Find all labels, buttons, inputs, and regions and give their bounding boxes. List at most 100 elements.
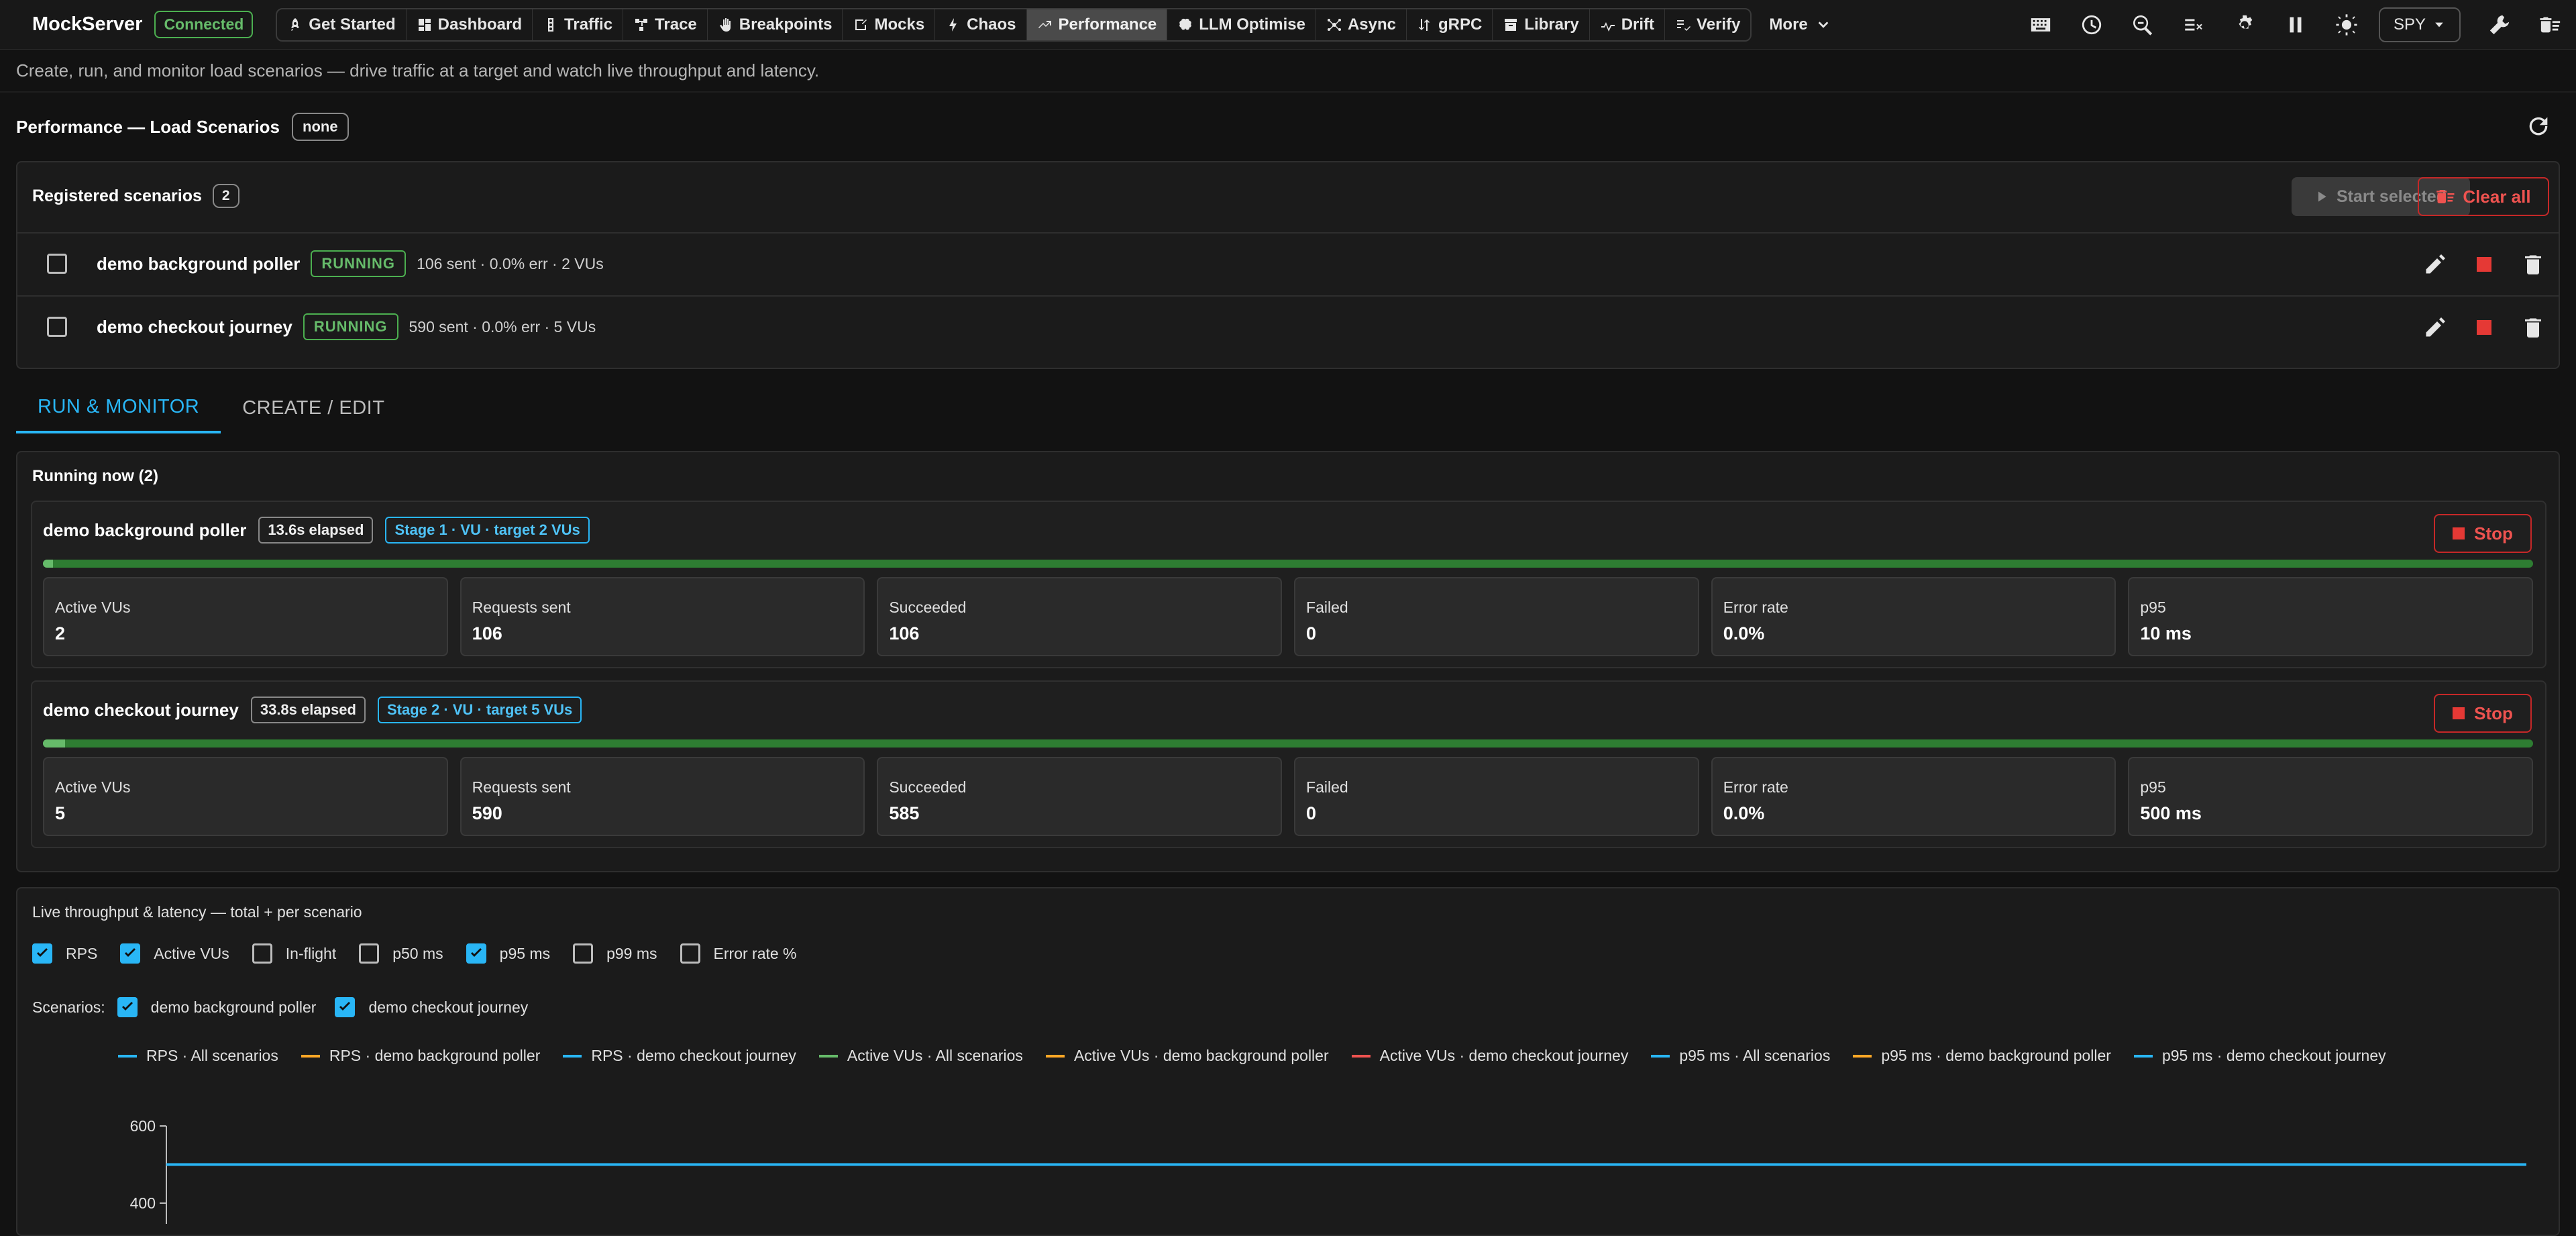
toggle-label: p50 ms xyxy=(392,944,443,962)
nav-verify[interactable]: Verify xyxy=(1665,9,1750,40)
toggle-in-flight[interactable]: In-flight xyxy=(252,943,336,964)
checkbox-checked[interactable] xyxy=(32,943,52,964)
nav-traffic[interactable]: Traffic xyxy=(533,9,624,40)
scenario-checkbox[interactable] xyxy=(47,254,67,274)
legend-item[interactable]: Active VUs · All scenarios xyxy=(818,1047,1023,1065)
trace-icon xyxy=(635,18,648,31)
nav-trace[interactable]: Trace xyxy=(623,9,708,40)
clock-icon xyxy=(2082,15,2102,35)
progress-bar xyxy=(43,739,2533,748)
tools-button[interactable] xyxy=(2474,0,2525,50)
legend-swatch xyxy=(1351,1054,1371,1058)
toggle-p50[interactable]: p50 ms xyxy=(359,943,443,964)
theme-toggle-button[interactable] xyxy=(2321,0,2372,50)
legend-swatch xyxy=(2133,1054,2153,1058)
scenario-filter-background-poller[interactable]: demo background poller xyxy=(117,997,316,1017)
edit-icon[interactable] xyxy=(2423,315,2447,340)
refresh-button[interactable] xyxy=(2525,113,2552,140)
stop-icon[interactable] xyxy=(2477,257,2491,272)
clear-all-button[interactable] xyxy=(2525,0,2576,50)
stop-icon[interactable] xyxy=(2477,320,2491,335)
settings-button[interactable] xyxy=(2219,0,2270,50)
checkbox-checked[interactable] xyxy=(466,943,486,964)
legend-item[interactable]: RPS · All scenarios xyxy=(118,1047,278,1065)
brain-icon xyxy=(1179,18,1192,30)
nav-drift[interactable]: Drift xyxy=(1590,9,1666,40)
status-badge: RUNNING xyxy=(311,250,407,277)
metric-label: Failed xyxy=(1306,778,1348,796)
toggle-label: Error rate % xyxy=(713,944,797,962)
toggle-p99[interactable]: p99 ms xyxy=(573,943,657,964)
metric-toggles: RPS Active VUs In-flight p50 ms p95 ms p… xyxy=(32,943,810,964)
checkbox-unchecked[interactable] xyxy=(680,943,700,964)
clear-all-scenarios-button[interactable]: Clear all xyxy=(2418,177,2549,216)
stage-badge: Stage 1 · VU · target 2 VUs xyxy=(385,517,590,544)
checkbox-checked[interactable] xyxy=(120,943,141,964)
nav-dashboard[interactable]: Dashboard xyxy=(407,9,533,40)
pause-button[interactable] xyxy=(2270,0,2321,50)
active-scenario-badge: none xyxy=(292,113,349,141)
toggle-label: p95 ms xyxy=(499,944,551,962)
tab-create-edit[interactable]: CREATE / EDIT xyxy=(221,382,406,433)
rule-icon xyxy=(2185,19,2202,31)
nav-async[interactable]: Async xyxy=(1316,9,1407,40)
more-menu[interactable]: More xyxy=(1769,15,1830,34)
metrics-row: Active VUs 5 Requests sent 590 Succeeded 58… xyxy=(43,757,2534,836)
scenario-name: demo background poller xyxy=(97,253,301,274)
nav-label: Traffic xyxy=(564,15,613,34)
stop-button[interactable]: Stop xyxy=(2434,514,2532,553)
legend-item[interactable]: p95 ms · All scenarios xyxy=(1651,1047,1830,1065)
nav-chaos[interactable]: Chaos xyxy=(935,9,1027,40)
legend-item[interactable]: Active VUs · demo checkout journey xyxy=(1351,1047,1628,1065)
checkbox-checked[interactable] xyxy=(117,997,138,1017)
metric-value: 5 xyxy=(55,803,66,823)
job-name: demo checkout journey xyxy=(43,699,239,720)
metric-value: 0.0% xyxy=(1723,803,1765,823)
traffic-light-icon xyxy=(548,17,554,32)
keyboard-button[interactable] xyxy=(2015,0,2066,50)
toggle-error-rate[interactable]: Error rate % xyxy=(680,943,797,964)
legend-item[interactable]: p95 ms · demo checkout journey xyxy=(2133,1047,2386,1065)
edit-icon[interactable] xyxy=(2423,252,2447,276)
check-icon xyxy=(339,1002,351,1011)
stop-button[interactable]: Stop xyxy=(2434,694,2532,733)
nav-performance[interactable]: Performance xyxy=(1026,9,1168,40)
nav-mocks[interactable]: Mocks xyxy=(843,9,936,40)
legend-swatch xyxy=(301,1054,320,1058)
mode-select[interactable]: SPY xyxy=(2378,7,2461,42)
inspect-button[interactable] xyxy=(2117,0,2168,50)
nav-get-started[interactable]: Get Started xyxy=(277,9,407,40)
nav-label: Library xyxy=(1524,15,1579,34)
rocket-icon xyxy=(291,17,300,31)
nav-grpc[interactable]: gRPC xyxy=(1407,9,1493,40)
scenario-stats: 106 sent · 0.0% err · 2 VUs xyxy=(417,254,604,272)
metrics-row: Active VUs 2 Requests sent 106 Succeeded 10… xyxy=(43,577,2534,656)
job-header: demo background poller 13.6s elapsed Sta… xyxy=(43,517,590,544)
nav-library[interactable]: Library xyxy=(1493,9,1590,40)
toggle-active-vus[interactable]: Active VUs xyxy=(120,943,229,964)
legend-item[interactable]: RPS · demo background poller xyxy=(301,1047,540,1065)
registered-scenarios-panel: Registered scenarios 2 Start selected Cl… xyxy=(16,161,2560,369)
nav-llm-optimise[interactable]: LLM Optimise xyxy=(1167,9,1316,40)
toggle-p95[interactable]: p95 ms xyxy=(466,943,550,964)
checkbox-unchecked[interactable] xyxy=(252,943,272,964)
y-tick-label: 400 xyxy=(130,1194,156,1212)
metric-value: 106 xyxy=(472,623,502,643)
legend-item[interactable]: p95 ms · demo background poller xyxy=(1853,1047,2111,1065)
scenario-checkbox[interactable] xyxy=(47,317,67,337)
trash-icon[interactable] xyxy=(2521,315,2545,340)
trash-icon[interactable] xyxy=(2521,252,2545,276)
rules-button[interactable] xyxy=(2168,0,2219,50)
checkbox-checked[interactable] xyxy=(335,997,356,1017)
toggle-rps[interactable]: RPS xyxy=(32,943,97,964)
history-button[interactable] xyxy=(2066,0,2117,50)
legend-item[interactable]: RPS · demo checkout journey xyxy=(563,1047,796,1065)
stop-label: Stop xyxy=(2474,703,2513,723)
checkbox-unchecked[interactable] xyxy=(359,943,380,964)
legend-item[interactable]: Active VUs · demo background poller xyxy=(1045,1047,1329,1065)
tab-run-monitor[interactable]: RUN & MONITOR xyxy=(16,382,221,433)
scenario-filter-checkout-journey[interactable]: demo checkout journey xyxy=(335,997,528,1017)
checkbox-unchecked[interactable] xyxy=(573,943,594,964)
metric-label: Requests sent xyxy=(472,778,571,796)
nav-breakpoints[interactable]: Breakpoints xyxy=(708,9,843,40)
